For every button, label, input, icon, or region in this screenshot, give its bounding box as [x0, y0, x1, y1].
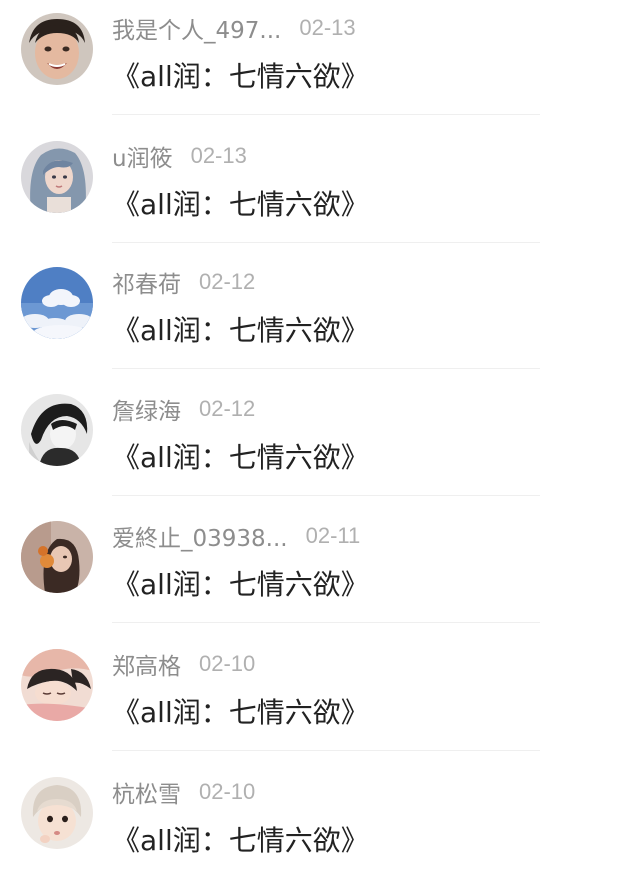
comment-item: 詹绿海 02-12 《all润：七情六欲》: [0, 381, 640, 508]
comment-text: 《all润：七情六欲》: [112, 696, 369, 729]
username[interactable]: 詹绿海: [112, 392, 181, 426]
divider: [112, 114, 540, 115]
username[interactable]: u润筱: [112, 139, 173, 173]
comment-text: 《all润：七情六欲》: [112, 441, 369, 474]
comment-text: 《all润：七情六欲》: [112, 188, 369, 221]
user-avatar[interactable]: [21, 777, 93, 849]
boy-face-icon: [21, 13, 93, 85]
comment-date: 02-13: [299, 15, 356, 40]
divider: [112, 622, 540, 623]
username[interactable]: 我是个人_497...: [112, 11, 281, 45]
comment-item: 郑高格 02-10 《all润：七情六欲》: [0, 636, 640, 763]
user-avatar[interactable]: [21, 13, 93, 85]
comment-item: 我是个人_497... 02-13 《all润：七情六欲》: [0, 0, 640, 127]
divider: [112, 750, 540, 751]
comment-text: 《all润：七情六欲》: [112, 60, 369, 93]
comment-text: 《all润：七情六欲》: [112, 824, 369, 857]
comment-item: 爱終止_03938... 02-11 《all润：七情六欲》: [0, 508, 640, 635]
username[interactable]: 爱終止_03938...: [112, 519, 288, 553]
comment-date: 02-10: [199, 651, 256, 676]
girl-orange-icon: [21, 521, 93, 593]
divider: [112, 242, 540, 243]
blue-hair-girl-icon: [21, 141, 93, 213]
sleeping-anime-icon: [21, 649, 93, 721]
comment-text: 《all润：七情六欲》: [112, 568, 369, 601]
comment-date: 02-13: [190, 143, 247, 168]
comment-list: 我是个人_497... 02-13 《all润：七情六欲》 u润筱 02-13 …: [0, 0, 640, 860]
comment-date: 02-11: [305, 523, 361, 548]
divider: [112, 368, 540, 369]
comment-date: 02-12: [199, 269, 256, 294]
user-avatar[interactable]: [21, 649, 93, 721]
comment-date: 02-10: [199, 779, 256, 804]
user-avatar[interactable]: [21, 394, 93, 466]
user-avatar[interactable]: [21, 267, 93, 339]
monochrome-figure-icon: [21, 394, 93, 466]
comment-item: 祁春荷 02-12 《all润：七情六欲》: [0, 254, 640, 381]
username[interactable]: 祁春荷: [112, 265, 181, 299]
user-avatar[interactable]: [21, 521, 93, 593]
comment-item: u润筱 02-13 《all润：七情六欲》: [0, 128, 640, 255]
baby-hat-icon: [21, 777, 93, 849]
comment-item: 杭松雪 02-10 《all润：七情六欲》: [0, 764, 640, 891]
clouds-sky-icon: [21, 267, 93, 339]
divider: [112, 495, 540, 496]
comment-text: 《all润：七情六欲》: [112, 314, 369, 347]
comment-date: 02-12: [199, 396, 256, 421]
username[interactable]: 杭松雪: [112, 775, 181, 809]
username[interactable]: 郑高格: [112, 647, 181, 681]
user-avatar[interactable]: [21, 141, 93, 213]
